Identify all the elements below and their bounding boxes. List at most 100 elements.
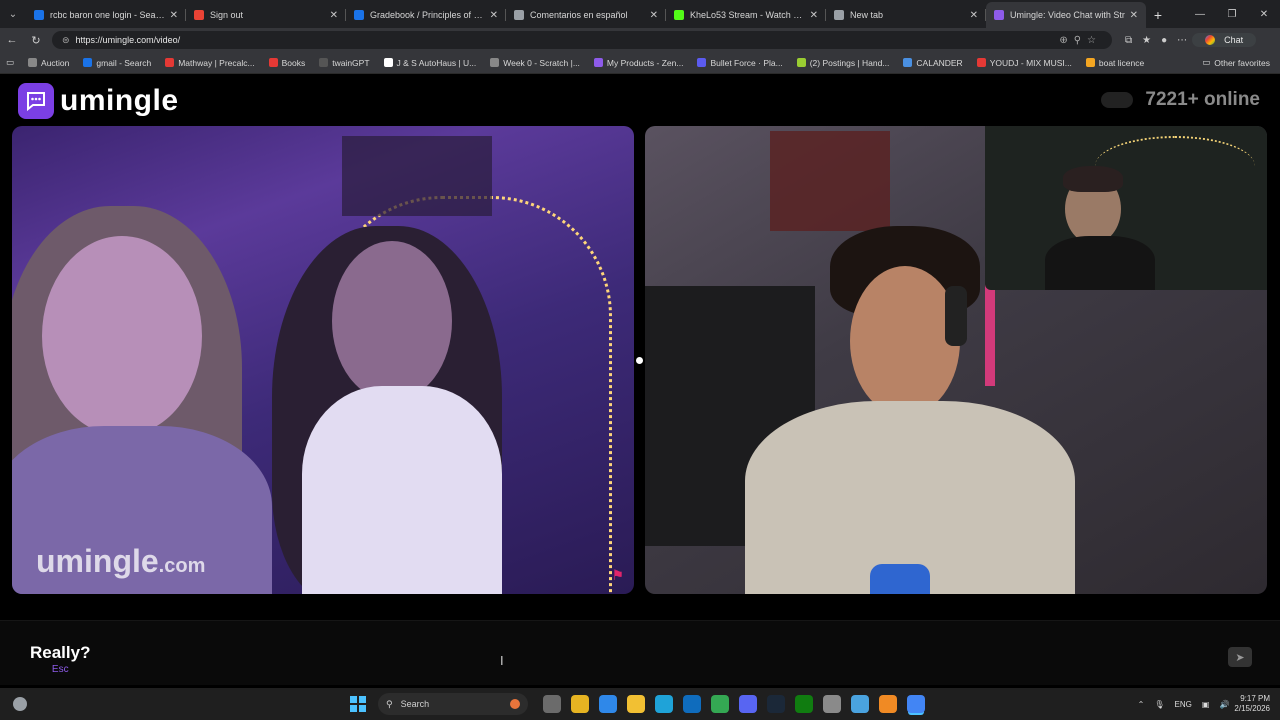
bookmark-item[interactable]: CALANDER xyxy=(903,57,963,68)
bookmark-label: YOUDJ - MIX MUSI... xyxy=(989,57,1072,68)
profile-icon[interactable]: ● xyxy=(1161,35,1167,46)
omnibox-action-icons[interactable]: ⊕⚲☆ xyxy=(1059,35,1102,46)
bookmark-label: CALANDER xyxy=(916,57,963,68)
browser-tab[interactable]: Sign out ✕ xyxy=(186,2,346,28)
taskbar-search-label: Search xyxy=(400,699,430,709)
bookmark-item[interactable]: YOUDJ - MIX MUSI... xyxy=(976,57,1072,68)
skip-label: Really? xyxy=(30,643,91,662)
tab-title: rcbc baron one login - Search xyxy=(50,10,166,20)
restore-icon[interactable]: ❐ xyxy=(1216,9,1248,20)
bookmark-item[interactable]: gmail - Search xyxy=(83,58,151,68)
edge-icon[interactable] xyxy=(655,695,673,713)
language-indicator[interactable]: ENG xyxy=(1175,700,1192,709)
site-info-icon[interactable]: ⊜ xyxy=(62,35,70,46)
bookmark-favicon-icon xyxy=(593,58,603,67)
bookmark-item[interactable]: Books xyxy=(268,57,306,68)
reload-icon[interactable]: ↻ xyxy=(24,34,48,47)
bookmark-item[interactable]: My Products - Zen... xyxy=(593,58,683,68)
bookmark-label: J & S AutoHaus | U... xyxy=(396,57,477,68)
online-status: 7221+ online xyxy=(1101,89,1260,111)
skip-shortcut-hint: Esc xyxy=(51,664,69,675)
xbox-icon[interactable] xyxy=(795,695,813,713)
task-view-icon[interactable] xyxy=(543,695,561,713)
tab-title: Sign out xyxy=(210,10,244,20)
bookmark-favicon-icon xyxy=(697,58,707,67)
text-cursor-icon: I xyxy=(500,653,504,668)
browser-tab[interactable]: New tab ✕ xyxy=(826,2,986,28)
tab-close-icon[interactable]: ✕ xyxy=(650,10,658,21)
outlook-icon[interactable] xyxy=(683,695,701,713)
address-bar: ← ↻ ⊜ https://umingle.com/video/ ⊕⚲☆ ⧉ ★… xyxy=(0,28,1280,52)
bookmark-item[interactable]: boat licence xyxy=(1085,58,1144,68)
tray-overflow-icon[interactable]: ⌃ xyxy=(1138,700,1145,709)
theme-toggle[interactable] xyxy=(1101,92,1134,108)
back-icon[interactable]: ← xyxy=(0,34,24,46)
app-orange-icon[interactable] xyxy=(879,695,897,713)
browser-tab[interactable]: Comentarios en español ✕ xyxy=(506,2,666,28)
browser-tab[interactable]: Umingle: Video Chat with Str ✕ xyxy=(986,2,1146,28)
bookmark-item[interactable]: Bullet Force · Pla... xyxy=(697,58,783,68)
tab-close-icon[interactable]: ✕ xyxy=(970,10,978,21)
skip-button[interactable]: Really? Esc xyxy=(30,643,90,675)
tab-close-icon[interactable]: ✕ xyxy=(490,10,498,21)
bookmark-item[interactable]: J & S AutoHaus | U... xyxy=(383,57,477,68)
other-favorites-folder[interactable]: ▭ Other favorites xyxy=(1202,57,1270,68)
discord-icon[interactable] xyxy=(739,695,757,713)
taskbar-search[interactable]: ⚲ Search xyxy=(378,693,528,715)
bookmark-favicon-icon xyxy=(796,58,806,67)
close-window-icon[interactable]: ✕ xyxy=(1248,9,1280,20)
bookmark-item[interactable]: Mathway | Precalc... xyxy=(165,57,255,68)
volume-icon[interactable]: 🔊 xyxy=(1219,700,1229,709)
splitter-handle[interactable] xyxy=(636,357,643,364)
tab-close-icon[interactable]: ✕ xyxy=(810,10,818,21)
steam-icon[interactable] xyxy=(767,695,785,713)
tab-title: Gradebook / Principles of Sociolo xyxy=(370,10,486,20)
umingle-logo[interactable]: umingle xyxy=(18,83,179,119)
bookmark-item[interactable]: (2) Postings | Hand... xyxy=(796,58,889,68)
browser-tab[interactable]: Gradebook / Principles of Sociolo ✕ xyxy=(346,2,506,28)
browser-tab[interactable]: rcbc baron one login - Search ✕ xyxy=(26,2,186,28)
favorites-icon[interactable]: ★ xyxy=(1142,35,1151,46)
widgets-button[interactable] xyxy=(0,697,40,711)
tab-search-icon[interactable]: ⌄ xyxy=(0,0,26,28)
bookmarks-list-icon[interactable]: ▭ xyxy=(6,57,14,68)
file-explorer-alt-icon[interactable] xyxy=(571,695,589,713)
extensions-icon[interactable]: ⧉ xyxy=(1125,35,1132,46)
minimize-icon[interactable]: — xyxy=(1184,9,1216,20)
bookmark-item[interactable]: twainGPT xyxy=(319,58,370,68)
new-tab-button[interactable]: + xyxy=(1146,2,1170,28)
clock[interactable]: 9:17 PM 2/15/2026 xyxy=(1234,694,1270,714)
browser-tab[interactable]: KheLo53 Stream - Watch Live on K ✕ xyxy=(666,2,826,28)
tab-close-icon[interactable]: ✕ xyxy=(1130,10,1138,21)
start-button[interactable] xyxy=(350,696,366,712)
bookmark-label: Mathway | Precalc... xyxy=(178,57,255,68)
chrome-active-icon[interactable] xyxy=(907,695,925,713)
send-icon[interactable]: ➤ xyxy=(1228,647,1252,667)
url-field[interactable]: ⊜ https://umingle.com/video/ ⊕⚲☆ xyxy=(52,31,1112,49)
tab-title: Comentarios en español xyxy=(530,10,628,20)
bookmark-label: Books xyxy=(281,57,306,68)
settings-icon[interactable] xyxy=(823,695,841,713)
umingle-watermark: umingle.com xyxy=(36,543,206,579)
bookmark-item[interactable]: Week 0 - Scratch |... xyxy=(490,58,580,68)
tab-close-icon[interactable]: ✕ xyxy=(170,10,178,21)
clock-date: 2/15/2026 xyxy=(1234,704,1270,713)
headset xyxy=(945,286,967,346)
notepad-icon[interactable] xyxy=(851,695,869,713)
file-explorer-icon[interactable] xyxy=(627,695,645,713)
bookmark-item[interactable]: Auction xyxy=(28,58,69,68)
tab-favicon-icon xyxy=(354,10,364,20)
system-tray: ⌃ 🎙 ENG ▣ 🔊 9:17 PM 2/15/2026 xyxy=(1133,694,1270,714)
report-flag-icon[interactable]: ⚑ xyxy=(611,567,624,584)
chat-message-input[interactable] xyxy=(118,629,1218,679)
tab-close-icon[interactable]: ✕ xyxy=(330,10,338,21)
network-icon[interactable]: ▣ xyxy=(1202,700,1210,709)
bookmark-favicon-icon xyxy=(1085,58,1095,67)
chrome-icon[interactable] xyxy=(711,695,729,713)
tab-favicon-icon xyxy=(34,10,44,20)
bookmarks-bar: ▭ Auction gmail - Search Mathway | Precalc… xyxy=(0,52,1280,74)
mic-icon[interactable]: 🎙 xyxy=(1154,700,1164,709)
copilot-chat-button[interactable]: Chat xyxy=(1192,33,1257,47)
menu-icon[interactable]: ⋯ xyxy=(1177,35,1187,46)
copilot-icon[interactable] xyxy=(599,695,617,713)
